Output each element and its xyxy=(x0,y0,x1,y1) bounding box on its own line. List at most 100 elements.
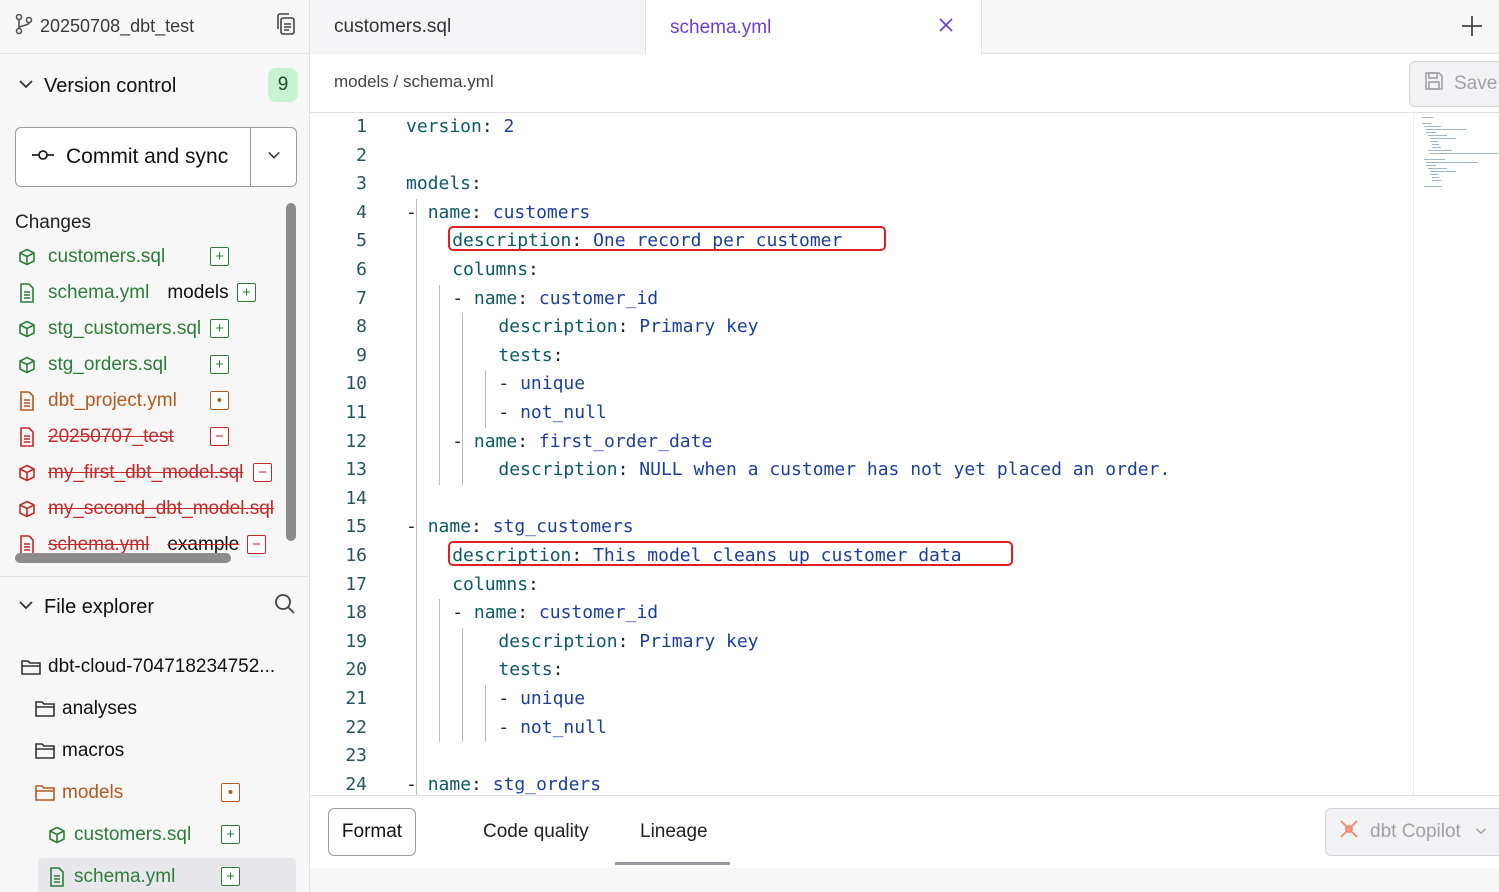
code-line[interactable]: 4 - name: customers xyxy=(310,199,1410,227)
minimap-line xyxy=(1430,171,1457,172)
minimap-line xyxy=(1424,126,1441,127)
tree-item-label: macros xyxy=(62,740,125,761)
code-editor[interactable]: 1 version: 2 2 3 models: 4- name: customers 5 d… xyxy=(310,113,1413,795)
tree-folder-macros[interactable]: macros xyxy=(34,732,124,770)
search-icon[interactable] xyxy=(274,593,296,620)
tree-item-label: analyses xyxy=(62,698,137,719)
code-line[interactable]: 6 columns: xyxy=(310,256,1410,284)
code-line[interactable]: 22 - not_null xyxy=(310,714,1410,742)
tree-folder-analyses[interactable]: analyses xyxy=(34,690,137,728)
change-item[interactable]: stg_customers.sql xyxy=(15,311,201,347)
code-line[interactable]: 9 tests: xyxy=(310,342,1410,370)
code-line[interactable]: 3 models: xyxy=(310,170,1410,198)
copy-icon[interactable] xyxy=(275,12,297,41)
yaml-key: description xyxy=(498,630,618,652)
chevron-down-icon xyxy=(18,76,34,97)
changes-count-badge: 9 xyxy=(268,68,298,102)
file-icon xyxy=(46,866,68,888)
change-folder-name: models xyxy=(167,282,229,303)
close-icon[interactable] xyxy=(937,16,955,40)
code-text: models: xyxy=(406,173,482,195)
code-line[interactable]: 1 version: 2 xyxy=(310,113,1410,141)
code-line[interactable]: 21 - unique xyxy=(310,685,1410,713)
commit-main-action[interactable]: Commit and sync xyxy=(16,128,251,186)
commit-label: Commit and sync xyxy=(66,145,229,168)
minimap-line xyxy=(1432,177,1439,178)
change-item[interactable]: schema.yml models xyxy=(15,275,229,311)
changes-horizontal-scrollbar[interactable] xyxy=(15,553,231,563)
change-item[interactable]: 20250707_test xyxy=(15,419,174,455)
tab-schema-yml[interactable]: schema.yml xyxy=(646,0,982,55)
changes-vertical-scrollbar[interactable] xyxy=(286,203,296,541)
change-item[interactable]: dbt_project.yml xyxy=(15,383,177,419)
tab-code-quality[interactable]: Code quality xyxy=(483,808,589,856)
dbt-copilot-button[interactable]: dbt Copilot xyxy=(1325,808,1499,856)
code-line[interactable]: 17 columns: xyxy=(310,571,1410,599)
code-line[interactable]: 19 description: Primary key xyxy=(310,628,1410,656)
branch-selector[interactable]: 20250708_dbt_test xyxy=(14,12,299,40)
code-line[interactable]: 10 - unique xyxy=(310,370,1410,398)
tree-root-folder[interactable]: dbt-cloud-704718234752... xyxy=(20,648,275,686)
line-number: 3 xyxy=(356,173,367,195)
model-cube-icon xyxy=(15,461,39,485)
save-button[interactable]: Save xyxy=(1409,61,1499,107)
deleted-status-icon: − xyxy=(253,463,272,482)
tree-folder-models[interactable]: models xyxy=(34,774,123,812)
code-line[interactable]: 15 - name: stg_customers xyxy=(310,513,1410,541)
yaml-key: name xyxy=(427,516,472,538)
code-line[interactable]: 20 tests: xyxy=(310,656,1410,684)
added-status-icon: + xyxy=(210,355,229,374)
minimap-line xyxy=(1426,162,1478,163)
model-cube-icon xyxy=(15,245,39,269)
tree-file-customers-sql[interactable]: customers.sql xyxy=(46,816,191,854)
code-text: version: 2 xyxy=(406,116,515,137)
yaml-key: name xyxy=(473,430,518,452)
change-item[interactable]: my_first_dbt_model.sql xyxy=(15,455,243,491)
yaml-value: unique xyxy=(520,373,586,395)
code-text: - name: customer_id xyxy=(452,287,659,309)
line-number: 7 xyxy=(356,287,367,309)
line-number: 15 xyxy=(345,516,367,538)
yaml-value: Primary key xyxy=(639,316,759,338)
new-tab-plus-icon[interactable] xyxy=(1460,14,1484,43)
annotation-highlight-box xyxy=(448,226,886,252)
line-number: 22 xyxy=(345,716,367,738)
minimap-line xyxy=(1432,147,1441,148)
tab-lineage[interactable]: Lineage xyxy=(640,808,708,856)
tab-customers-sql[interactable]: customers.sql xyxy=(310,0,646,54)
version-control-header[interactable]: Version control 9 xyxy=(18,68,300,104)
code-line[interactable]: 7 - name: customer_id xyxy=(310,285,1410,313)
tab-label: customers.sql xyxy=(334,16,452,37)
change-item[interactable]: customers.sql xyxy=(15,239,165,275)
code-line[interactable]: 12 - name: first_order_date xyxy=(310,428,1410,456)
line-number: 1 xyxy=(356,116,367,137)
editor-tabs: customers.sql schema.yml xyxy=(310,0,1499,55)
added-status-icon: + xyxy=(210,319,229,338)
line-number: 24 xyxy=(345,773,367,795)
commit-options-dropdown[interactable] xyxy=(251,128,296,186)
minimap-line xyxy=(1430,174,1438,175)
chevron-down-icon xyxy=(267,148,281,167)
code-line[interactable]: 23 xyxy=(310,742,1410,770)
change-item[interactable]: stg_orders.sql xyxy=(15,347,167,383)
file-explorer-header[interactable]: File explorer xyxy=(18,590,300,624)
editor-minimap[interactable] xyxy=(1413,113,1499,795)
tree-file-schema-yml[interactable]: schema.yml xyxy=(38,858,296,892)
divider xyxy=(0,53,309,54)
yaml-key: name xyxy=(427,773,472,795)
code-line[interactable]: 14 xyxy=(310,485,1410,513)
code-line[interactable]: 13 description: NULL when a customer has … xyxy=(310,456,1410,484)
code-line[interactable]: 24 - name: stg_orders xyxy=(310,771,1410,795)
model-cube-icon xyxy=(15,497,39,521)
code-line[interactable]: 2 xyxy=(310,142,1410,170)
folder-icon xyxy=(34,698,56,720)
change-item[interactable]: my_second_dbt_model.sql xyxy=(15,491,274,527)
code-line[interactable]: 11 - not_null xyxy=(310,399,1410,427)
commit-and-sync-button[interactable]: Commit and sync xyxy=(15,127,297,187)
format-button[interactable]: Format xyxy=(328,808,416,856)
code-line[interactable]: 18 - name: customer_id xyxy=(310,599,1410,627)
code-line[interactable]: 8 description: Primary key xyxy=(310,313,1410,341)
change-item[interactable]: schema.yml example xyxy=(15,527,239,556)
code-text: description: NULL when a customer has no… xyxy=(498,459,1171,481)
minimap-line xyxy=(1426,129,1466,130)
